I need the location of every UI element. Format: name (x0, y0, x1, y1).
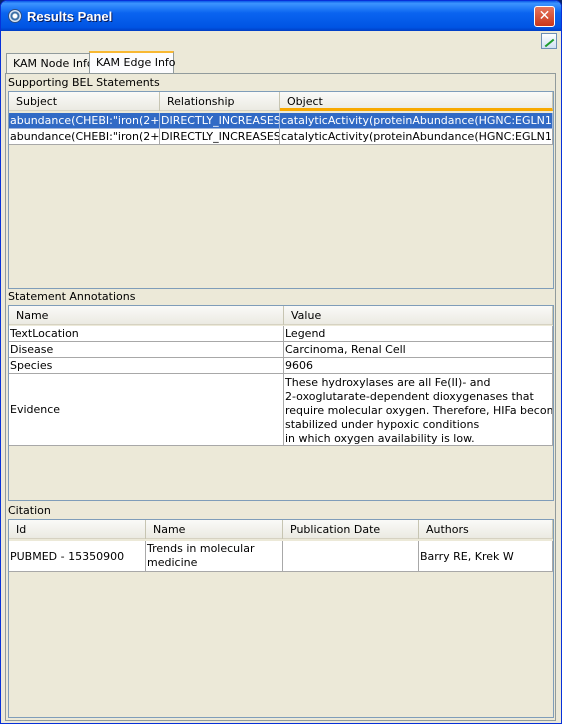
table-row[interactable]: abundance(CHEBI:"iron(2+)") DIRECTLY_INC… (9, 113, 553, 129)
citation-name-line: medicine (147, 556, 198, 569)
column-header-id[interactable]: Id (9, 520, 146, 539)
annotation-value-cell: Legend (284, 326, 553, 342)
annotation-value-cell: Carcinoma, Renal Cell (284, 342, 553, 358)
column-header-name[interactable]: Name (9, 306, 284, 325)
edit-icon[interactable] (541, 33, 557, 49)
column-header-relationship[interactable]: Relationship (160, 92, 280, 111)
table-row[interactable]: abundance(CHEBI:"iron(2+)") DIRECTLY_INC… (9, 129, 553, 145)
evidence-line: in which oxygen availability is low. (285, 432, 475, 445)
app-icon (8, 9, 22, 23)
kam-edge-info-panel: Supporting BEL Statements Subject Relati… (5, 73, 556, 721)
object-cell: catalyticActivity(proteinAbundance(HGNC:… (280, 129, 553, 145)
table-row[interactable]: PUBMED - 15350900 Trends in molecular me… (9, 541, 553, 572)
annotation-value-cell: 9606 (284, 358, 553, 374)
annotation-name-cell: Species (9, 358, 284, 374)
annotation-name-cell: Evidence (10, 403, 61, 416)
column-header-name[interactable]: Name (146, 520, 283, 539)
citation-name-cell: Trends in molecular medicine (146, 541, 283, 572)
annotation-name-cell: TextLocation (9, 326, 284, 342)
relationship-cell: DIRECTLY_INCREASES (160, 113, 280, 129)
title-bar[interactable]: Results Panel ✕ (1, 1, 561, 31)
citation-id-cell: PUBMED - 15350900 (9, 541, 146, 572)
citation-authors-cell: Barry RE, Krek W (419, 541, 553, 572)
column-header-authors[interactable]: Authors (419, 520, 553, 539)
relationship-cell: DIRECTLY_INCREASES (160, 129, 280, 145)
column-header-subject[interactable]: Subject (9, 92, 160, 111)
citation-name-line: Trends in molecular (147, 542, 255, 555)
results-panel-window: Results Panel ✕ KAM Node Info KAM Edge I… (0, 0, 562, 724)
evidence-line: These hydroxylases are all Fe(II)- and (285, 376, 491, 389)
citation-label: Citation (8, 504, 51, 517)
subject-cell: abundance(CHEBI:"iron(2+)") (9, 113, 160, 129)
statement-annotations-table[interactable]: Name Value TextLocation Legend Disease C… (8, 305, 554, 501)
close-button[interactable]: ✕ (534, 6, 555, 27)
table-row[interactable]: Evidence These hydroxylases are all Fe(I… (9, 374, 553, 446)
annotation-name-cell: Disease (9, 342, 284, 358)
column-header-object[interactable]: Object (280, 92, 553, 111)
column-header-value[interactable]: Value (284, 306, 553, 325)
window-client: KAM Node Info KAM Edge Info Supporting B… (4, 31, 558, 722)
tab-kam-node-info[interactable]: KAM Node Info (6, 53, 94, 73)
supporting-bel-label: Supporting BEL Statements (8, 76, 160, 89)
citation-date-cell (283, 541, 419, 572)
evidence-value-cell: These hydroxylases are all Fe(II)- and 2… (284, 374, 553, 446)
citation-id: PUBMED - 15350900 (10, 549, 125, 563)
statement-annotations-label: Statement Annotations (8, 290, 136, 303)
citation-table[interactable]: Id Name Publication Date Authors PUBMED … (8, 519, 554, 718)
table-header: Name Value (9, 306, 553, 325)
table-row[interactable]: TextLocation Legend (9, 326, 553, 342)
table-row[interactable]: Disease Carcinoma, Renal Cell (9, 342, 553, 358)
supporting-bel-table[interactable]: Subject Relationship Object abundance(CH… (8, 91, 554, 289)
tab-kam-edge-info[interactable]: KAM Edge Info (89, 51, 176, 73)
table-row[interactable]: Species 9606 (9, 358, 553, 374)
window-title: Results Panel (27, 9, 113, 24)
column-header-publication-date[interactable]: Publication Date (283, 520, 419, 539)
evidence-line: 2-oxoglutarate-dependent dioxygenases th… (285, 390, 534, 403)
evidence-line: require molecular oxygen. Therefore, HIF… (285, 404, 553, 417)
table-header: Id Name Publication Date Authors (9, 520, 553, 539)
evidence-name-wrapper: Evidence (9, 374, 284, 446)
citation-authors: Barry RE, Krek W (420, 549, 514, 563)
object-cell: catalyticActivity(proteinAbundance(HGNC:… (280, 113, 553, 129)
evidence-line: stabilized under hypoxic conditions (285, 418, 480, 431)
table-header: Subject Relationship Object (9, 92, 553, 111)
subject-cell: abundance(CHEBI:"iron(2+)") (9, 129, 160, 145)
